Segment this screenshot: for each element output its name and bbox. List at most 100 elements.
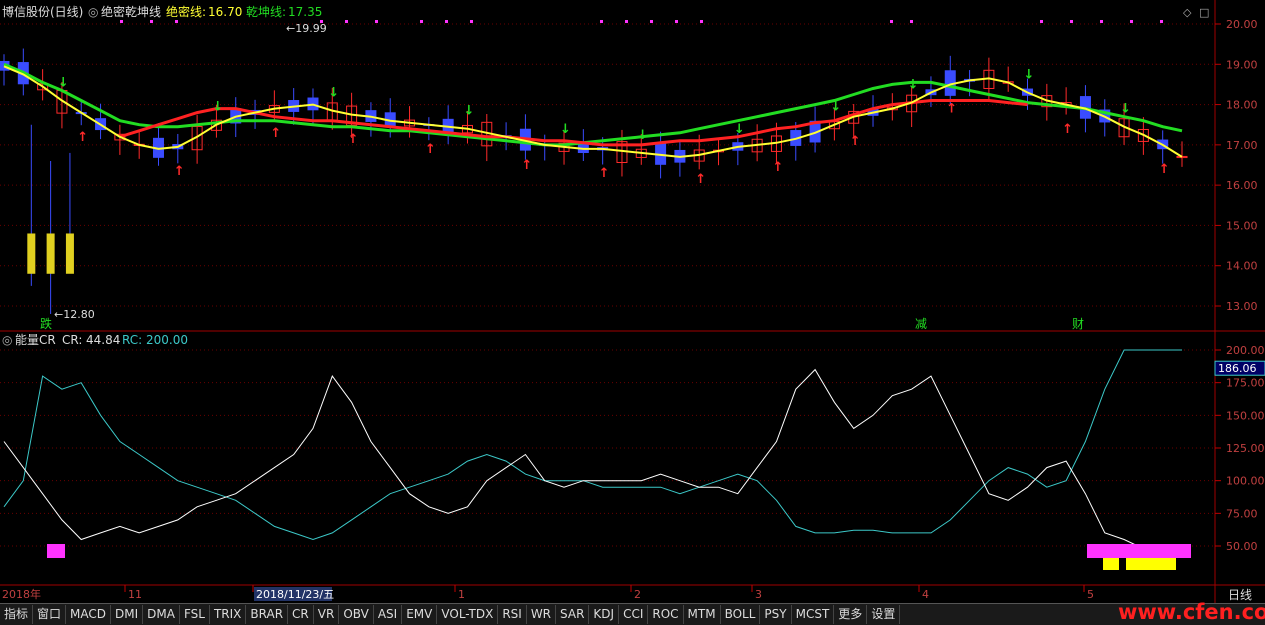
toolbar-item[interactable]: 指标 — [0, 605, 34, 624]
buy-arrow: ↑ — [521, 158, 532, 173]
sub-y-tick-label: 175.00 — [1226, 377, 1265, 390]
signal-dot — [375, 20, 378, 23]
indicator-toolbar: 指标 窗口 MACD DMI DMA FSL TRIX BRAR CR VR OBV ASI EMV VO… — [0, 603, 1265, 625]
rc-label: RC: — [122, 333, 142, 347]
main-y-tick-label: 19.00 — [1226, 58, 1258, 71]
sell-arrow: ↓ — [58, 75, 69, 90]
toolbar-item[interactable]: MACD — [66, 605, 112, 624]
toolbar-item[interactable]: 更多 — [834, 605, 868, 624]
toolbar-item[interactable]: RSI — [498, 605, 527, 624]
x-tick-label: 4 — [922, 588, 929, 601]
signal-dot — [345, 20, 348, 23]
toolbar-item[interactable]: DMI — [111, 605, 144, 624]
x-tick-label: 1 — [458, 588, 465, 601]
sub-y-tick-label: 200.00 — [1226, 344, 1265, 357]
toolbar-item[interactable]: DMA — [143, 605, 180, 624]
buy-arrow: ↑ — [348, 132, 359, 147]
cr-low-block — [1087, 544, 1191, 558]
main-y-tick-label: 16.00 — [1226, 179, 1258, 192]
toolbar-item[interactable]: EMV — [402, 605, 438, 624]
signal-dot — [420, 20, 423, 23]
signal-dot — [150, 20, 153, 23]
stock-chart: ↑↑↑ ↑↑↑↑ ↑↑↑↑↑↑↓↓↓↓↓ ↓ ↓↓↓↓↓←19.99←12.80跌减财 … — [0, 0, 1265, 603]
x-tick-label: 11 — [128, 588, 142, 601]
toolbar-item[interactable]: TRIX — [210, 605, 247, 624]
toolbar-item[interactable]: BRAR — [246, 605, 289, 624]
main-y-tick-label: 15.00 — [1226, 219, 1258, 232]
toolbar-item[interactable]: VOL-TDX — [437, 605, 499, 624]
buy-arrow: ↑ — [1062, 122, 1073, 137]
signal-dot — [1040, 20, 1043, 23]
signal-dot — [625, 20, 628, 23]
toolbar-item[interactable]: MTM — [684, 605, 721, 624]
buy-arrow: ↑ — [850, 134, 861, 149]
signal-dot — [470, 20, 473, 23]
line1-label: 绝密线: — [166, 4, 206, 19]
sub-y-tick-label: 125.00 — [1226, 442, 1265, 455]
signal-dot — [175, 20, 178, 23]
toolbar-item[interactable]: WR — [527, 605, 557, 624]
sell-arrow: ↓ — [830, 100, 841, 115]
sell-arrow: ↓ — [637, 128, 648, 143]
cr-value: 44.84 — [86, 333, 120, 347]
high-annotation: ←19.99 — [286, 22, 327, 35]
cr-low-block — [47, 544, 65, 558]
sell-arrow: ↓ — [560, 122, 571, 137]
event-marker: 减 — [915, 317, 927, 331]
toolbar-item[interactable]: 窗口 — [33, 605, 67, 624]
toolbar-item[interactable]: 设置 — [867, 605, 901, 624]
settings-square-icon[interactable]: □ — [1199, 6, 1209, 19]
event-marker: 跌 — [40, 316, 52, 331]
stock-title: 博信股份(日线) — [2, 4, 83, 19]
buy-arrow: ↑ — [270, 126, 281, 141]
toolbar-item[interactable]: OBV — [339, 605, 374, 624]
signal-dot — [1100, 20, 1103, 23]
toolbar-item[interactable]: MCST — [792, 605, 835, 624]
x-tick-label: 5 — [1087, 588, 1094, 601]
buy-arrow: ↑ — [425, 142, 436, 157]
sub-y-tick-label: 75.00 — [1226, 507, 1258, 520]
sell-arrow: ↓ — [734, 122, 745, 137]
candle-body — [27, 233, 36, 274]
toolbar-item[interactable]: VR — [314, 605, 340, 624]
sell-arrow: ↓ — [328, 86, 339, 101]
toolbar-item[interactable]: PSY — [760, 605, 792, 624]
line1-value: 16.70 — [208, 5, 242, 19]
main-y-tick-label: 18.00 — [1226, 99, 1258, 112]
buy-arrow: ↑ — [1159, 162, 1170, 177]
toolbar-item[interactable]: FSL — [180, 605, 210, 624]
toolbar-item[interactable]: BOLL — [721, 605, 761, 624]
line2-label: 乾坤线: — [246, 4, 286, 19]
candle-body — [46, 233, 55, 274]
toolbar-item[interactable]: ASI — [374, 605, 403, 624]
buy-arrow: ↑ — [772, 160, 783, 175]
event-marker: 财 — [1072, 317, 1084, 331]
main-y-tick-label: 20.00 — [1226, 18, 1258, 31]
toolbar-item[interactable]: SAR — [556, 605, 590, 624]
current-value-label: 186.06 — [1218, 362, 1257, 375]
toolbar-item[interactable]: ROC — [648, 605, 684, 624]
buy-arrow: ↑ — [77, 130, 88, 145]
x-tick-label: 2 — [634, 588, 641, 601]
low-annotation: ←12.80 — [54, 308, 95, 321]
signal-dot — [675, 20, 678, 23]
collapse-icon[interactable]: ◎ — [88, 5, 98, 19]
cr-label: CR: — [62, 333, 82, 347]
toolbar-item[interactable]: KDJ — [589, 605, 620, 624]
toolbar-item[interactable]: CCI — [619, 605, 649, 624]
main-y-tick-label: 13.00 — [1226, 300, 1258, 313]
sub-collapse-icon[interactable]: ◎ — [2, 333, 12, 347]
sub-indicator-title: 能量CR — [15, 333, 56, 347]
toolbar-item[interactable]: CR — [288, 605, 314, 624]
signal-dot — [890, 20, 893, 23]
x-tick-label: 2018年 — [2, 587, 41, 601]
indicator-title: 绝密乾坤线 — [101, 4, 161, 19]
settings-diamond-icon[interactable]: ◇ — [1183, 6, 1192, 19]
signal-dot — [600, 20, 603, 23]
line2-value: 17.35 — [288, 5, 322, 19]
signal-dot — [1130, 20, 1133, 23]
main-y-tick-label: 17.00 — [1226, 139, 1258, 152]
sub-y-tick-label: 50.00 — [1226, 540, 1258, 553]
sell-arrow: ↓ — [908, 77, 919, 92]
x-tick-label: 3 — [755, 588, 762, 601]
